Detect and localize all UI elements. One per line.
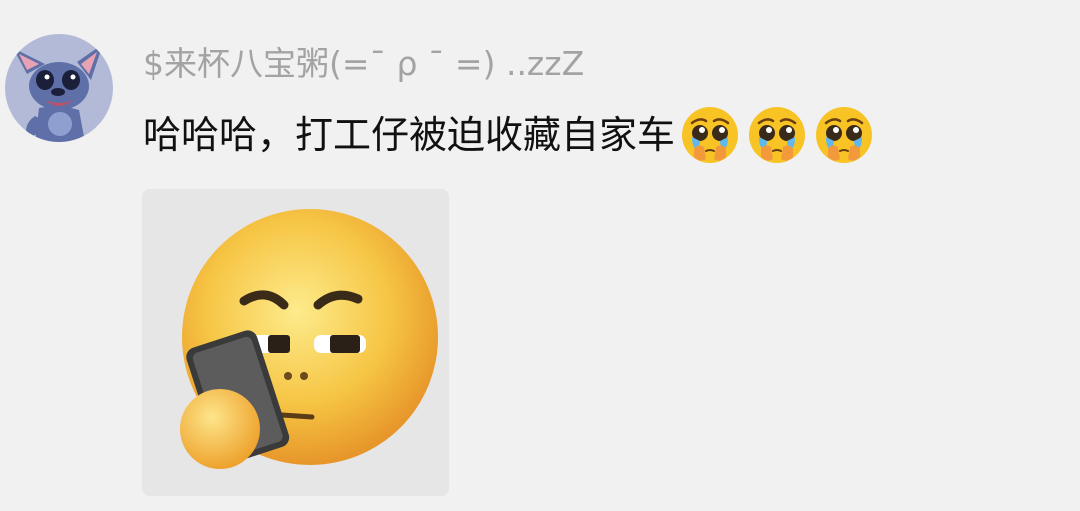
comment-item: $来杯八宝粥(=ˉ ρ ˉ =) ..zzZ 哈哈哈，打工仔被迫收藏自家车	[0, 0, 1080, 511]
comment-content: 哈哈哈，打工仔被迫收藏自家车	[143, 104, 876, 166]
pleading-face-icon	[678, 103, 742, 167]
sticker-image[interactable]	[142, 189, 449, 496]
user-avatar[interactable]	[5, 34, 113, 142]
pleading-face-icon	[745, 103, 809, 167]
stitch-avatar-icon	[13, 44, 103, 142]
pleading-face-icon	[812, 103, 876, 167]
face-looking-at-phone-icon	[142, 189, 449, 496]
comment-text: 哈哈哈，打工仔被迫收藏自家车	[143, 113, 676, 157]
username[interactable]: $来杯八宝粥(=ˉ ρ ˉ =) ..zzZ	[143, 38, 584, 90]
